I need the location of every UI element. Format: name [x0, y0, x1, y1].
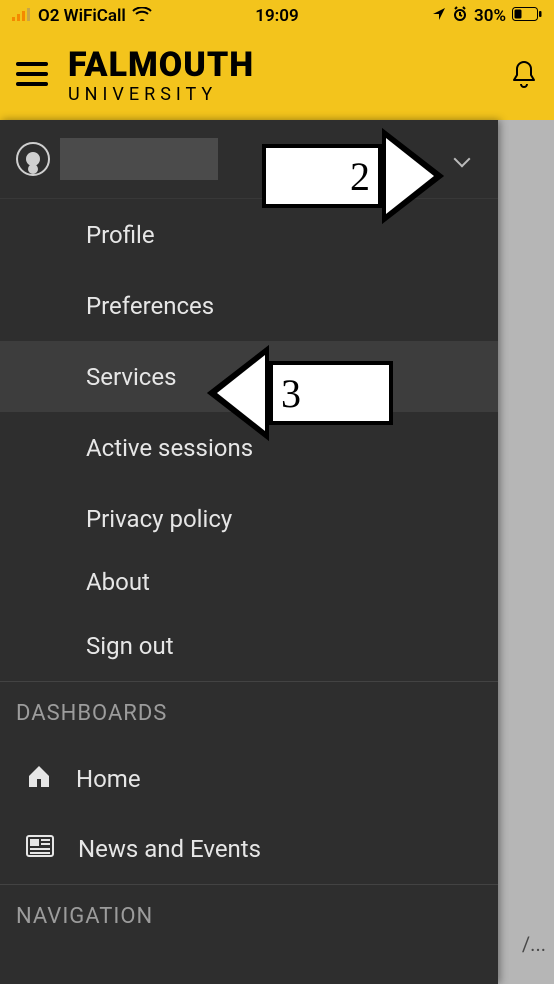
annotation-arrow-2: 2: [262, 128, 444, 224]
user-name-redacted: [60, 138, 218, 180]
brand-logo: FALMOUTH UNIVERSITY: [68, 48, 254, 104]
battery-percent: 30%: [474, 6, 506, 26]
menu-item-preferences[interactable]: Preferences: [0, 270, 498, 341]
annotation-label: 2: [262, 144, 382, 208]
battery-icon: [512, 6, 542, 26]
status-bar: O2 WiFiCall 19:09 30%: [0, 0, 554, 32]
arrow-right-icon: [382, 128, 444, 224]
section-title-navigation: NAVIGATION: [0, 885, 498, 947]
annotation-arrow-3: 3: [207, 345, 393, 441]
chevron-down-icon: [454, 151, 471, 168]
signal-icon: [12, 6, 32, 26]
section-title-dashboards: DASHBOARDS: [0, 682, 498, 744]
carrier-label: O2 WiFiCall: [38, 6, 126, 26]
arrow-left-icon: [207, 345, 269, 441]
menu-label: Preferences: [86, 292, 214, 320]
status-left: O2 WiFiCall: [12, 6, 152, 26]
dash-item-home[interactable]: Home: [0, 744, 498, 814]
menu-label: Sign out: [86, 632, 174, 660]
menu-label: Profile: [86, 221, 155, 249]
brand-main: FALMOUTH: [68, 48, 254, 82]
navigation-drawer: Profile Preferences Services Active sess…: [0, 120, 498, 984]
annotation-label: 3: [269, 361, 393, 425]
location-icon: [432, 6, 446, 26]
avatar-icon: [16, 142, 50, 176]
hamburger-button[interactable]: [16, 62, 48, 90]
news-icon: [26, 835, 54, 863]
menu-label: About: [86, 568, 150, 596]
status-right: 30%: [432, 6, 542, 27]
home-icon: [26, 764, 52, 794]
dash-item-news[interactable]: News and Events: [0, 814, 498, 884]
alarm-icon: [452, 6, 468, 27]
drawer-shadow: [498, 120, 554, 984]
wifi-icon: [132, 6, 152, 26]
menu-label: Privacy policy: [86, 505, 232, 533]
menu-item-about[interactable]: About: [0, 554, 498, 610]
menu-item-sign-out[interactable]: Sign out: [0, 610, 498, 681]
notifications-button[interactable]: [510, 59, 538, 93]
app-header: FALMOUTH UNIVERSITY: [0, 32, 554, 120]
menu-label: Services: [86, 363, 176, 391]
dash-item-label: News and Events: [78, 835, 261, 863]
brand-sub: UNIVERSITY: [68, 86, 254, 104]
dash-item-label: Home: [76, 765, 141, 793]
menu-item-privacy-policy[interactable]: Privacy policy: [0, 483, 498, 554]
